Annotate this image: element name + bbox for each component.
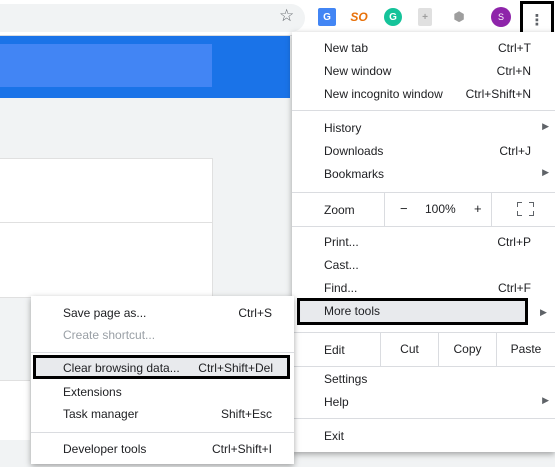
- submenu-item-task-manager[interactable]: Task manager Shift+Esc: [31, 403, 294, 425]
- menu-separator: [292, 226, 555, 227]
- edit-row: Edit Cut Copy Paste: [292, 332, 555, 366]
- menu-item-label: New tab: [324, 41, 369, 55]
- zoom-row: Zoom − 100% +: [292, 192, 555, 226]
- zoom-level: 100%: [425, 202, 456, 216]
- submenu-arrow-icon: ▶: [542, 121, 549, 131]
- menu-item-downloads[interactable]: Downloads Ctrl+J: [292, 140, 555, 163]
- menu-separator: [292, 110, 555, 111]
- profile-avatar[interactable]: S: [491, 7, 511, 27]
- menu-item-label: Create shortcut...: [63, 328, 156, 342]
- submenu-arrow-icon: ▶: [542, 167, 549, 177]
- menu-item-label: New incognito window: [324, 87, 443, 101]
- menu-separator: [31, 432, 294, 433]
- menu-item-shortcut: Ctrl+F: [498, 281, 531, 295]
- address-bar[interactable]: [0, 4, 305, 32]
- submenu-item-clear-browsing-data[interactable]: Clear browsing data... Ctrl+Shift+Del: [33, 355, 290, 379]
- edit-label: Edit: [324, 343, 345, 357]
- menu-item-new-incognito[interactable]: New incognito window Ctrl+Shift+N: [292, 83, 555, 106]
- menu-item-history[interactable]: History ▶: [292, 117, 555, 140]
- submenu-item-developer-tools[interactable]: Developer tools Ctrl+Shift+I: [31, 438, 294, 460]
- browser-toolbar: ☆ G SO G + ⬢ S ⋮: [0, 0, 555, 38]
- menu-item-label: Settings: [324, 372, 368, 386]
- menu-item-label: Clear browsing data...: [63, 361, 180, 375]
- menu-item-shortcut: Ctrl+J: [499, 144, 531, 158]
- menu-item-label: Extensions: [63, 385, 122, 399]
- menu-item-label: Exit: [324, 429, 345, 443]
- menu-item-shortcut: Ctrl+N: [496, 64, 531, 78]
- submenu-item-extensions[interactable]: Extensions: [31, 381, 294, 403]
- copy-button[interactable]: Copy: [438, 332, 496, 366]
- submenu-arrow-icon: ▶: [542, 395, 549, 405]
- menu-item-exit[interactable]: Exit: [292, 425, 555, 448]
- divider: [0, 222, 213, 223]
- zoom-label: Zoom: [324, 203, 355, 217]
- menu-item-label: New window: [324, 64, 392, 78]
- page-banner-inner: [0, 44, 212, 87]
- cube-icon[interactable]: ⬢: [450, 8, 468, 26]
- cut-button[interactable]: Cut: [380, 332, 438, 366]
- menu-item-shortcut: Ctrl+Shift+I: [211, 442, 272, 456]
- menu-item-label: Find...: [324, 281, 358, 295]
- menu-item-shortcut: Ctrl+Shift+N: [465, 87, 531, 101]
- menu-item-label: Help: [324, 395, 349, 409]
- menu-item-label: History: [324, 121, 362, 135]
- menu-item-bookmarks[interactable]: Bookmarks ▶: [292, 163, 555, 186]
- menu-item-label: Bookmarks: [324, 167, 385, 181]
- zoom-in-button[interactable]: +: [474, 201, 482, 216]
- grammarly-icon[interactable]: G: [384, 8, 402, 26]
- menu-item-find[interactable]: Find... Ctrl+F: [292, 277, 555, 300]
- extension-icon[interactable]: +: [418, 8, 432, 26]
- menu-separator: [292, 418, 555, 419]
- page-card-lower: [0, 380, 30, 440]
- chrome-main-menu: New tab Ctrl+T New window Ctrl+N New inc…: [292, 32, 555, 452]
- fullscreen-icon[interactable]: [517, 202, 534, 216]
- menu-item-cast[interactable]: Cast...: [292, 254, 555, 277]
- menu-item-label: Cast...: [324, 258, 359, 272]
- menu-item-label: Task manager: [63, 407, 139, 421]
- paste-button[interactable]: Paste: [496, 332, 555, 366]
- menu-item-new-tab[interactable]: New tab Ctrl+T: [292, 37, 555, 60]
- menu-item-label: Save page as...: [63, 306, 147, 320]
- divider: [491, 192, 492, 226]
- menu-item-shortcut: Ctrl+S: [238, 306, 272, 320]
- so-icon[interactable]: SO: [350, 8, 368, 26]
- submenu-item-create-shortcut: Create shortcut...: [31, 324, 294, 346]
- menu-item-shortcut: Ctrl+Shift+Del: [198, 361, 273, 375]
- menu-item-help[interactable]: Help ▶: [292, 391, 555, 414]
- menu-item-label: More tools: [324, 304, 381, 318]
- zoom-out-button[interactable]: −: [400, 201, 408, 216]
- menu-item-more-tools[interactable]: More tools: [297, 298, 528, 325]
- menu-item-new-window[interactable]: New window Ctrl+N: [292, 60, 555, 83]
- menu-item-shortcut: Shift+Esc: [220, 407, 272, 421]
- menu-item-shortcut: Ctrl+T: [498, 41, 531, 55]
- bookmark-star-icon[interactable]: ☆: [279, 6, 294, 26]
- submenu-arrow-icon: ▶: [540, 307, 547, 317]
- menu-item-print[interactable]: Print... Ctrl+P: [292, 231, 555, 254]
- menu-separator: [31, 352, 294, 353]
- menu-item-label: Developer tools: [63, 442, 147, 456]
- menu-separator: [292, 366, 555, 367]
- submenu-item-save-page[interactable]: Save page as... Ctrl+S: [31, 302, 294, 324]
- menu-item-settings[interactable]: Settings: [292, 368, 555, 391]
- page-card: [0, 158, 213, 298]
- menu-item-shortcut: Ctrl+P: [497, 235, 531, 249]
- more-tools-submenu: Save page as... Ctrl+S Create shortcut..…: [31, 296, 294, 464]
- menu-item-label: Print...: [324, 235, 359, 249]
- translate-icon[interactable]: G: [318, 8, 336, 26]
- menu-item-label: Downloads: [324, 144, 384, 158]
